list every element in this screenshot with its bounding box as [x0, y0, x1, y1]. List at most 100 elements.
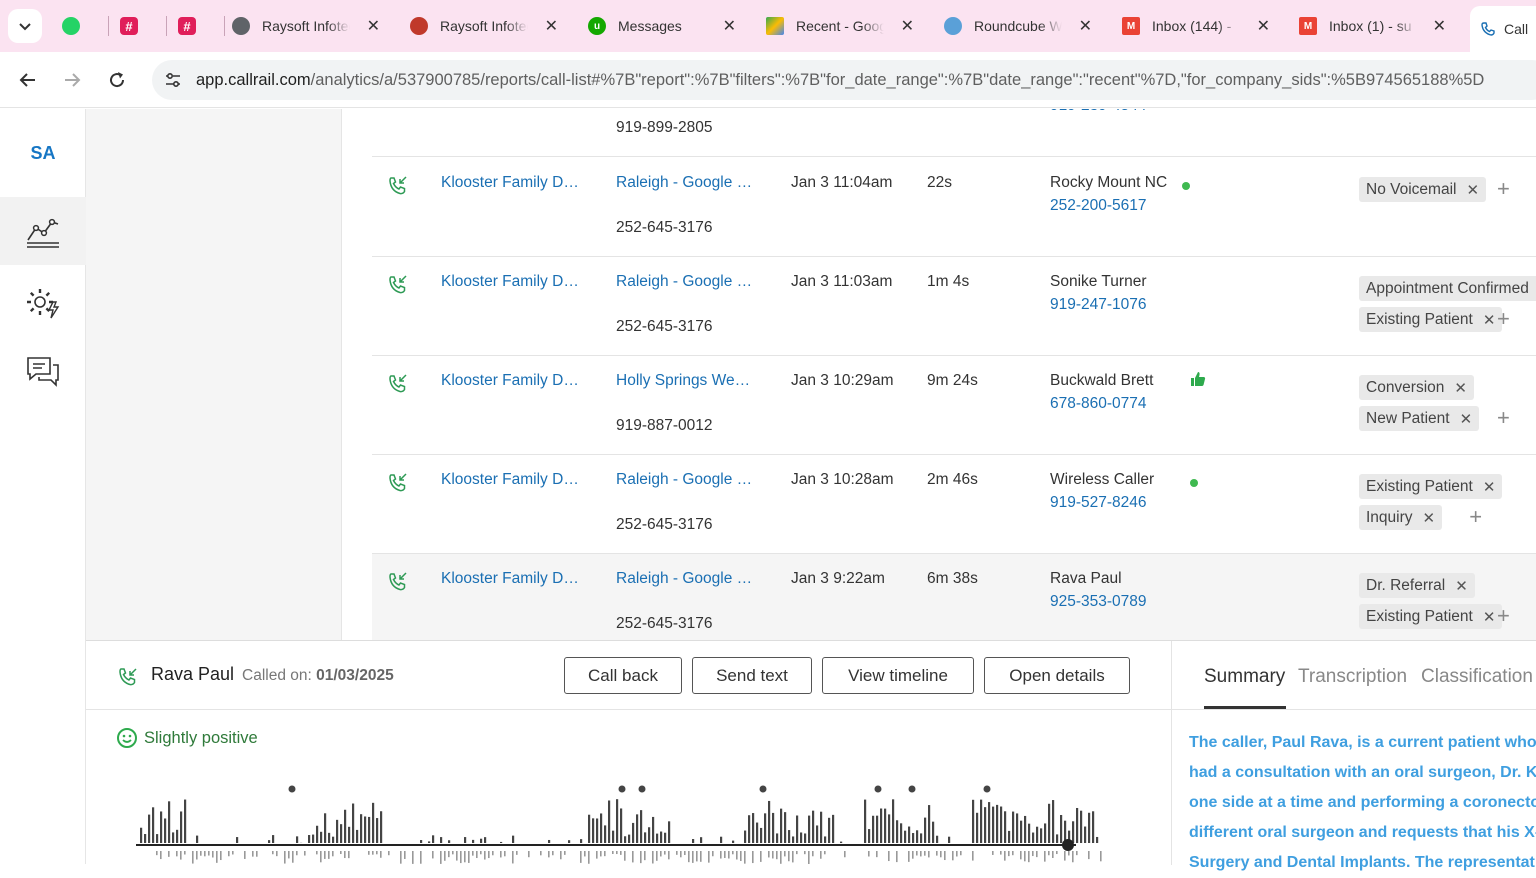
waveform-bar — [1056, 851, 1058, 854]
waveform-bar — [340, 851, 342, 854]
remove-tag-icon[interactable]: ✕ — [1483, 478, 1496, 496]
browser-tab[interactable]: uMessages✕ — [588, 8, 740, 44]
source-link[interactable]: Raleigh - Google My Business — [616, 174, 758, 192]
browser-address-bar: app.callrail.com/analytics/a/537900785/r… — [0, 52, 1536, 108]
add-tag-icon[interactable]: + — [1497, 603, 1510, 629]
waveform-marker[interactable] — [289, 786, 296, 793]
remove-tag-icon[interactable]: ✕ — [1460, 410, 1473, 428]
browser-tab[interactable]: MInbox (144) -✕ — [1122, 8, 1274, 44]
waveform-marker[interactable] — [875, 786, 882, 793]
caller-phone[interactable]: 919-239-4544 — [1050, 109, 1147, 115]
tag: New Patient✕ — [1359, 406, 1479, 431]
sidebar-item-conversations[interactable] — [0, 337, 86, 405]
waveform-marker[interactable] — [909, 786, 916, 793]
waveform-bar — [232, 851, 234, 854]
company-link[interactable]: Klooster Family Dentistry — [441, 372, 587, 390]
waveform-bar — [1072, 821, 1074, 843]
waveform-bar — [420, 840, 422, 843]
waveform-marker[interactable] — [619, 786, 626, 793]
close-tab-icon[interactable]: ✕ — [1257, 16, 1270, 36]
remove-tag-icon[interactable]: ✕ — [1466, 181, 1479, 199]
call-duration: 2m 46s — [927, 471, 978, 489]
browser-tab[interactable]: Recent - Google Drive✕ — [766, 8, 918, 44]
remove-tag-icon[interactable]: ✕ — [1423, 509, 1436, 527]
call-detail-header: Rava Paul Called on: 01/03/2025 Call bac… — [86, 641, 1171, 710]
send-text-button[interactable]: Send text — [692, 657, 812, 694]
company-link[interactable]: Klooster Family Dentistry — [441, 174, 587, 192]
browser-tab[interactable] — [62, 8, 92, 44]
add-tag-icon[interactable]: + — [1497, 306, 1510, 332]
browser-tab[interactable]: MInbox (1) - su✕ — [1299, 8, 1450, 44]
audio-waveform[interactable] — [136, 781, 1116, 865]
company-link[interactable]: Klooster Family Dentistry — [441, 471, 587, 489]
playhead[interactable] — [1062, 839, 1074, 851]
waveform-bar — [684, 851, 686, 855]
browser-tab[interactable]: Raysoft Infotech✕ — [232, 8, 384, 44]
source-link[interactable]: Holly Springs Website — [616, 372, 758, 390]
source-link[interactable]: Raleigh - Google My Business — [616, 471, 758, 489]
waveform-bar — [760, 851, 762, 862]
caller-phone[interactable]: 919-527-8246 — [1050, 494, 1147, 512]
add-tag-icon[interactable]: + — [1497, 405, 1510, 431]
waveform-marker[interactable] — [984, 786, 991, 793]
site-info-button[interactable] — [160, 67, 186, 93]
close-tab-icon[interactable]: ✕ — [1079, 16, 1092, 36]
tab-search-button[interactable] — [8, 9, 42, 43]
waveform-bar — [832, 815, 834, 843]
browser-tab-active[interactable]: Call — [1470, 6, 1536, 52]
table-row[interactable]: Klooster Family Dentistry Raleigh - Googl… — [372, 554, 1536, 640]
waveform-marker[interactable] — [760, 786, 767, 793]
close-tab-icon[interactable]: ✕ — [545, 16, 558, 36]
tab-classification[interactable]: Classification — [1421, 666, 1533, 688]
close-tab-icon[interactable]: ✕ — [901, 16, 914, 36]
browser-tab[interactable]: # — [178, 8, 208, 44]
sidebar-item-analytics[interactable] — [0, 197, 86, 265]
source-link[interactable]: Raleigh - Google My Business — [616, 570, 758, 588]
tab-summary[interactable]: Summary — [1204, 666, 1285, 688]
table-row[interactable]: Klooster Family Dentistry Raleigh - Googl… — [372, 257, 1536, 356]
account-avatar[interactable]: SA — [0, 109, 86, 197]
browser-tab[interactable]: Raysoft Infotech✕ — [410, 8, 562, 44]
add-tag-icon[interactable]: + — [1497, 176, 1510, 202]
waveform-marker[interactable] — [639, 786, 646, 793]
company-link[interactable]: Klooster Family Dentistry — [441, 570, 587, 588]
waveform-bar — [668, 851, 670, 859]
open-details-button[interactable]: Open details — [984, 657, 1130, 694]
inbound-call-icon — [386, 471, 410, 495]
table-row[interactable]: Klooster Family Dentistry Raleigh - Googl… — [372, 158, 1536, 257]
forward-button[interactable] — [58, 66, 86, 94]
source-link[interactable]: Raleigh - Google My Business — [616, 273, 758, 291]
caller-phone[interactable]: 678-860-0774 — [1050, 395, 1147, 413]
close-tab-icon[interactable]: ✕ — [1433, 16, 1446, 36]
call-back-button[interactable]: Call back — [564, 657, 682, 694]
waveform-bar — [992, 807, 994, 843]
waveform-bar — [588, 815, 590, 843]
table-row[interactable]: Klooster Family Dentistry Holly Springs W… — [372, 356, 1536, 455]
remove-tag-icon[interactable]: ✕ — [1483, 311, 1496, 329]
browser-tab[interactable]: # — [120, 8, 150, 44]
back-button[interactable] — [14, 66, 42, 94]
company-link[interactable]: Klooster Family Dentistry — [441, 273, 587, 291]
browser-tab[interactable]: Roundcube Webmail✕ — [944, 8, 1096, 44]
remove-tag-icon[interactable]: ✕ — [1455, 577, 1468, 595]
add-tag-icon[interactable]: + — [1469, 504, 1482, 530]
view-timeline-button[interactable]: View timeline — [822, 657, 974, 694]
table-row[interactable]: Klooster Family Dentistry Raleigh - Googl… — [372, 455, 1536, 554]
remove-tag-icon[interactable]: ✕ — [1454, 379, 1467, 397]
caller-phone[interactable]: 925-353-0789 — [1050, 593, 1147, 611]
summary-line: different oral surgeon and requests that… — [1189, 818, 1536, 848]
filter-pane — [86, 109, 342, 640]
close-tab-icon[interactable]: ✕ — [367, 16, 380, 36]
remove-tag-icon[interactable]: ✕ — [1483, 608, 1496, 626]
reload-button[interactable] — [103, 66, 131, 94]
url-field[interactable]: app.callrail.com/analytics/a/537900785/r… — [152, 60, 1536, 100]
sidebar-item-settings[interactable] — [0, 269, 86, 337]
tab-transcription[interactable]: Transcription — [1298, 666, 1407, 688]
table-row-partial[interactable]: 919-899-2805 919-239-4544 — [372, 109, 1536, 157]
waveform-bar — [352, 804, 354, 843]
close-tab-icon[interactable]: ✕ — [723, 16, 736, 36]
caller-phone[interactable]: 919-247-1076 — [1050, 296, 1147, 314]
waveform-bar — [664, 833, 666, 843]
caller-phone[interactable]: 252-200-5617 — [1050, 197, 1147, 215]
call-duration: 6m 38s — [927, 570, 978, 588]
